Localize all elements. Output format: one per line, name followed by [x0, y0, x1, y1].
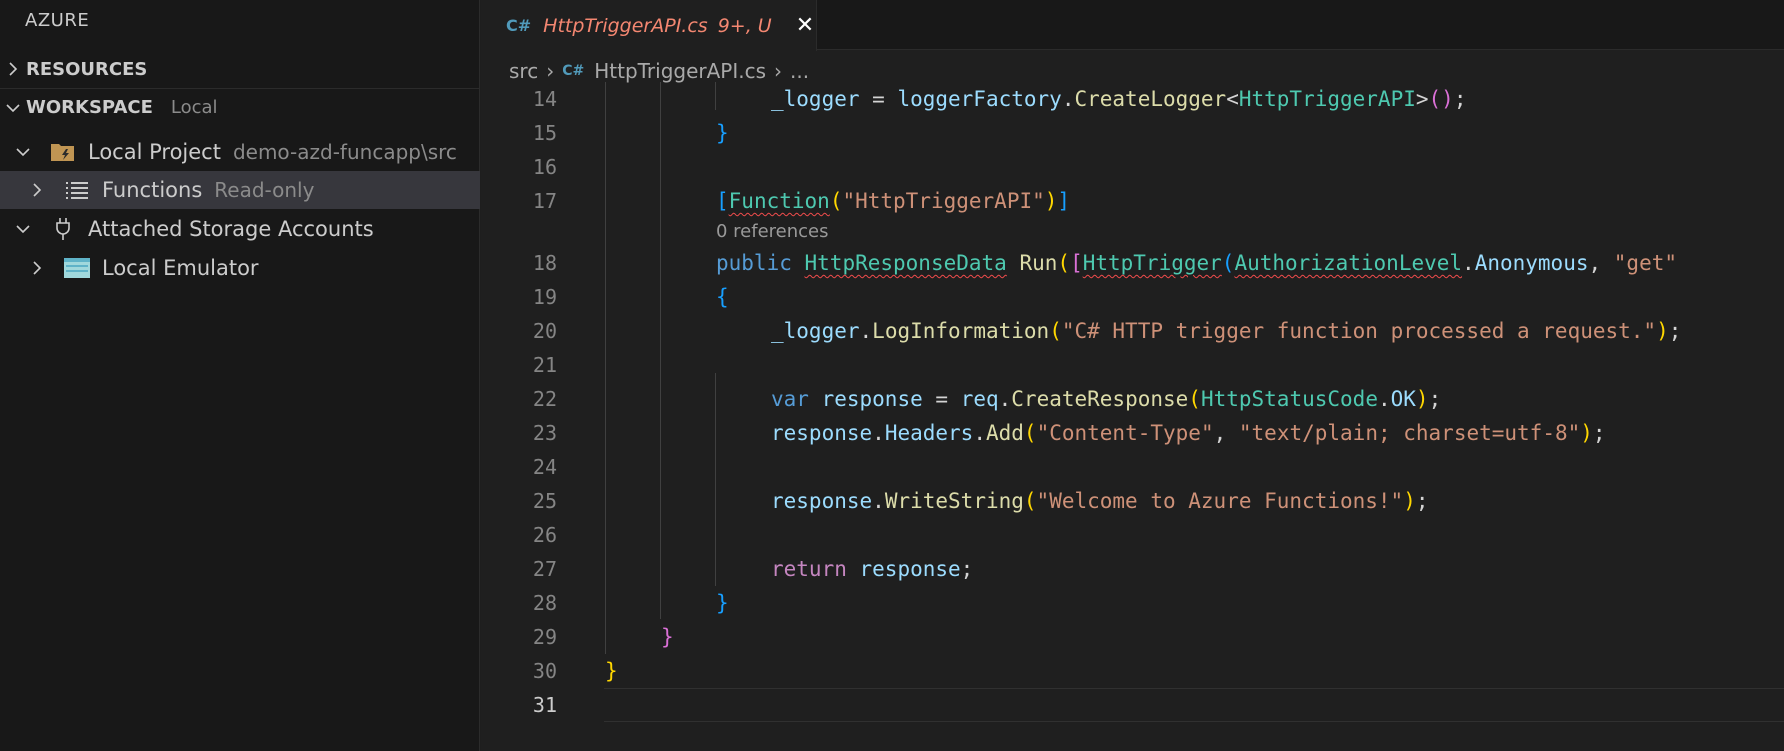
azure-sidebar: AZURE RESOURCES WORKSPACE Local Local Pr…	[0, 0, 480, 751]
breadcrumb-file[interactable]: HttpTriggerAPI.cs	[594, 59, 766, 83]
line-number: 30	[532, 659, 557, 683]
breadcrumb-folder[interactable]: src	[509, 59, 538, 83]
code-line: 22 var response = req.CreateResponse(Htt…	[481, 382, 1784, 416]
line-number: 27	[532, 557, 557, 581]
breadcrumb-more[interactable]: ...	[790, 59, 809, 83]
line-number: 25	[532, 489, 557, 513]
line-number: 15	[532, 121, 557, 145]
line-number: 23	[532, 421, 557, 445]
plug-icon	[48, 214, 78, 244]
chevron-down-icon	[12, 223, 34, 235]
code-line: 18 public HttpResponseData Run([HttpTrig…	[481, 246, 1784, 280]
line-number: 24	[532, 455, 557, 479]
line-number: 28	[532, 591, 557, 615]
line-number: 29	[532, 625, 557, 649]
csharp-file-icon: C#	[506, 16, 532, 35]
tree-item-label: Local Project	[88, 140, 221, 164]
line-number: 31	[532, 693, 557, 717]
code-line: 16	[481, 150, 1784, 184]
tree-item-label: Attached Storage Accounts	[88, 217, 374, 241]
tree-item-local-project[interactable]: Local Project demo-azd-funcapp\src	[0, 133, 480, 171]
code-line: 25 response.WriteString("Welcome to Azur…	[481, 484, 1784, 518]
code-line: 28 }	[481, 586, 1784, 620]
code-line: 29 }	[481, 620, 1784, 654]
line-number: 19	[532, 285, 557, 309]
workspace-section-header[interactable]: WORKSPACE Local	[0, 88, 480, 126]
tree-item-attached-storage[interactable]: Attached Storage Accounts	[0, 210, 480, 248]
codelens-row: 0 references	[481, 216, 1784, 246]
tree-item-functions[interactable]: Functions Read-only	[0, 171, 480, 209]
code-line: 19 {	[481, 280, 1784, 314]
resources-label: RESOURCES	[26, 58, 148, 80]
storage-emulator-icon	[62, 253, 92, 283]
line-number: 17	[532, 189, 557, 213]
close-icon[interactable]: ✕	[796, 13, 814, 38]
line-number: 20	[532, 319, 557, 343]
code-line: 30 }	[481, 654, 1784, 688]
tree-item-label: Functions	[102, 178, 203, 202]
code-line: 23 response.Headers.Add("Content-Type", …	[481, 416, 1784, 450]
line-number: 22	[532, 387, 557, 411]
chevron-down-icon	[12, 146, 34, 158]
tree-item-label: Local Emulator	[102, 256, 259, 280]
chevron-right-icon: ›	[546, 59, 555, 83]
workspace-label: WORKSPACE	[26, 97, 153, 118]
code-line: 20 _logger.LogInformation("C# HTTP trigg…	[481, 314, 1784, 348]
line-number: 16	[532, 155, 557, 179]
code-line: 21	[481, 348, 1784, 382]
tab-httptriggerapi[interactable]: C# HttpTriggerAPI.cs 9+, U ✕	[481, 0, 817, 51]
code-line: 17 [Function("HttpTriggerAPI")]	[481, 184, 1784, 218]
tab-label: HttpTriggerAPI.cs	[543, 14, 708, 37]
code-line: 26	[481, 518, 1784, 552]
csharp-file-icon: C#	[562, 63, 585, 79]
code-line: 31	[481, 688, 601, 722]
line-number: 18	[532, 251, 557, 275]
tree-item-local-emulator[interactable]: Local Emulator	[0, 249, 480, 287]
code-editor[interactable]: 14 _logger = loggerFactory.CreateLogger<…	[481, 82, 1784, 751]
tab-problems-status: 9+, U	[717, 14, 772, 37]
code-line: 15 }	[481, 116, 1784, 150]
chevron-right-icon	[26, 182, 48, 198]
chevron-down-icon	[0, 102, 26, 114]
chevron-right-icon: ›	[774, 59, 783, 83]
chevron-right-icon	[0, 61, 26, 77]
list-icon	[62, 175, 92, 205]
tree-item-desc: demo-azd-funcapp\src	[232, 140, 457, 164]
line-number: 14	[532, 87, 557, 111]
editor-area: C# HttpTriggerAPI.cs 9+, U ✕ src › C# Ht…	[481, 0, 1784, 751]
tree-item-desc: Read-only	[214, 178, 315, 202]
sidebar-title: AZURE	[25, 10, 90, 31]
current-line-highlight	[604, 688, 1784, 722]
line-number: 26	[532, 523, 557, 547]
code-line: 27 return response;	[481, 552, 1784, 586]
workspace-desc: Local	[170, 97, 218, 118]
tab-bar: C# HttpTriggerAPI.cs 9+, U ✕	[481, 0, 1784, 51]
line-number: 21	[532, 353, 557, 377]
code-line: 24	[481, 450, 1784, 484]
resources-section-header[interactable]: RESOURCES	[0, 50, 480, 88]
codelens-references[interactable]: 0 references	[716, 221, 829, 242]
function-folder-icon	[48, 137, 78, 167]
code-line: 14 _logger = loggerFactory.CreateLogger<…	[481, 82, 1784, 116]
chevron-right-icon	[26, 260, 48, 276]
